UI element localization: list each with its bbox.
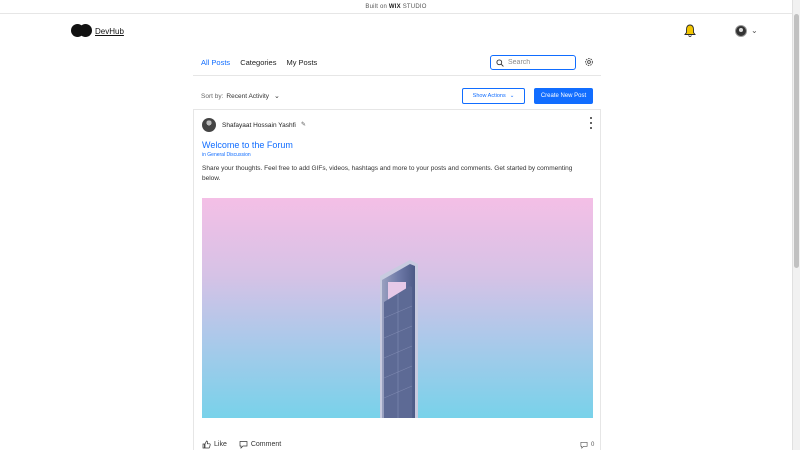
- site-header: DevHub ⌄: [0, 14, 792, 48]
- comment-button[interactable]: Comment: [239, 440, 281, 449]
- like-label: Like: [214, 441, 227, 448]
- pen-icon: ✎: [301, 122, 307, 128]
- tab-all-posts[interactable]: All Posts: [201, 58, 230, 67]
- sort-value: Recent Activity: [226, 92, 270, 100]
- author-name[interactable]: Shafayaat Hossain Yashfi: [222, 122, 296, 129]
- forum-tabs: All Posts Categories My Posts: [201, 58, 317, 67]
- show-actions-button[interactable]: Show Actions ⌄: [462, 88, 525, 104]
- comment-count-value: 0: [591, 442, 595, 448]
- built-on-text: Built on WIX STUDIO: [365, 3, 427, 10]
- create-new-post-button[interactable]: Create New Post: [534, 88, 593, 104]
- bell-icon[interactable]: [684, 24, 696, 38]
- chevron-down-icon[interactable]: ⌄: [751, 26, 758, 35]
- page-scrollbar[interactable]: [792, 0, 800, 450]
- comment-icon: [580, 442, 588, 449]
- comment-label: Comment: [250, 441, 282, 448]
- post-body: Share your thoughts. Feel free to add GI…: [202, 165, 573, 182]
- post-actions: Like Comment: [202, 440, 281, 449]
- scrollbar-thumb[interactable]: [794, 14, 799, 268]
- site-name-link[interactable]: DevHub: [95, 27, 124, 36]
- tab-categories[interactable]: Categories: [240, 58, 276, 67]
- tab-my-posts[interactable]: My Posts: [286, 58, 317, 67]
- comment-count[interactable]: 0: [580, 441, 594, 449]
- gear-icon[interactable]: [584, 57, 594, 67]
- chevron-down-icon: ⌄: [509, 93, 515, 99]
- search-input[interactable]: [508, 59, 568, 66]
- sort-label: Sort by:: [201, 92, 224, 100]
- like-icon: [202, 440, 211, 449]
- search-box[interactable]: [490, 55, 576, 70]
- kebab-icon[interactable]: [589, 117, 593, 129]
- logo-icon[interactable]: [71, 24, 92, 38]
- chevron-down-icon: ⌄: [274, 93, 280, 100]
- tabs-divider: [193, 75, 601, 76]
- post-title[interactable]: Welcome to the Forum: [202, 140, 293, 150]
- comment-icon: [239, 441, 248, 449]
- post-category[interactable]: in General Discussion: [202, 152, 251, 158]
- sort-dropdown[interactable]: Sort by: Recent Activity ⌄: [201, 92, 280, 101]
- built-on-banner[interactable]: Built on WIX STUDIO: [0, 0, 792, 14]
- post-card: Shafayaat Hossain Yashfi ✎ Welcome to th…: [193, 109, 601, 450]
- search-icon: [496, 58, 504, 67]
- post-image: [202, 198, 593, 418]
- avatar[interactable]: [735, 25, 747, 37]
- author-avatar[interactable]: [202, 118, 216, 132]
- like-button[interactable]: Like: [202, 440, 227, 449]
- show-actions-label: Show Actions: [472, 93, 506, 99]
